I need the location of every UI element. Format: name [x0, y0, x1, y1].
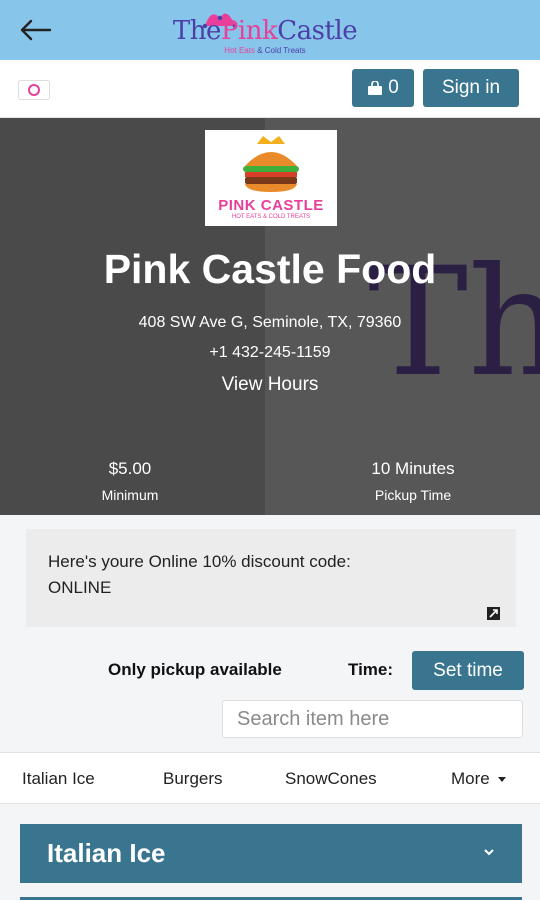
back-arrow-icon[interactable] [18, 12, 54, 48]
brand-subtitle: Hot Eats & Cold Treats [224, 46, 306, 55]
chevron-down-icon [484, 849, 494, 856]
set-time-button[interactable]: Set time [412, 651, 524, 690]
store-phone[interactable]: +1 432-245-1159 [0, 344, 540, 362]
category-tab-snowcones[interactable]: SnowCones [285, 769, 377, 789]
brand-logo: ThePinkCastle Hot Eats & Cold Treats [155, 4, 375, 58]
time-label: Time: [348, 660, 394, 679]
brand-title: ThePinkCastle [172, 16, 358, 46]
category-more-dropdown[interactable]: More [451, 769, 506, 789]
caret-down-icon [497, 777, 506, 783]
store-logo: PINK CASTLE HOT EATS & COLD TREATS [205, 130, 337, 226]
promo-banner: Here's youre Online 10% discount code: O… [26, 529, 516, 627]
promo-text: Here's youre Online 10% discount code: O… [48, 549, 468, 601]
view-hours-link[interactable]: View Hours [200, 374, 340, 396]
category-tab-italian-ice[interactable]: Italian Ice [22, 769, 95, 789]
store-address: 408 SW Ave G, Seminole, TX, 79360 [138, 314, 402, 331]
promo-code: ONLINE [48, 578, 112, 597]
category-nav: Italian Ice Burgers SnowCones More [0, 752, 540, 804]
expand-icon[interactable] [487, 607, 500, 620]
minimum-label: Minimum [101, 487, 159, 503]
section-title: Italian Ice [47, 838, 166, 868]
pickup-time-label: Pickup Time [374, 487, 452, 503]
cart-bag-icon [368, 81, 383, 95]
store-logo-text: PINK CASTLE [218, 197, 324, 214]
store-logo-subtext: HOT EATS & COLD TREATS [231, 214, 311, 220]
store-mini-logo[interactable] [18, 80, 50, 100]
burger-icon [243, 136, 299, 192]
top-bar: ThePinkCastle Hot Eats & Cold Treats [0, 0, 540, 60]
category-tab-burgers[interactable]: Burgers [163, 769, 223, 789]
cart-button[interactable]: 0 [352, 69, 414, 107]
more-label: More [451, 769, 490, 788]
promo-line: Here's youre Online 10% discount code: [48, 552, 351, 571]
minimum-value: $5.00 [108, 459, 152, 478]
store-hero: Th PINK CASTLE HOT EATS & COLD TREATS Pi… [0, 118, 540, 515]
section-header-italian-ice[interactable]: Italian Ice [20, 824, 522, 883]
pickup-only-label: Only pickup available [108, 660, 282, 679]
pickup-time-value: 10 Minutes [371, 459, 455, 478]
cart-count: 0 [388, 77, 399, 98]
sign-in-button[interactable]: Sign in [423, 69, 519, 107]
search-input[interactable] [222, 700, 523, 738]
store-name: Pink Castle Food [103, 246, 437, 292]
